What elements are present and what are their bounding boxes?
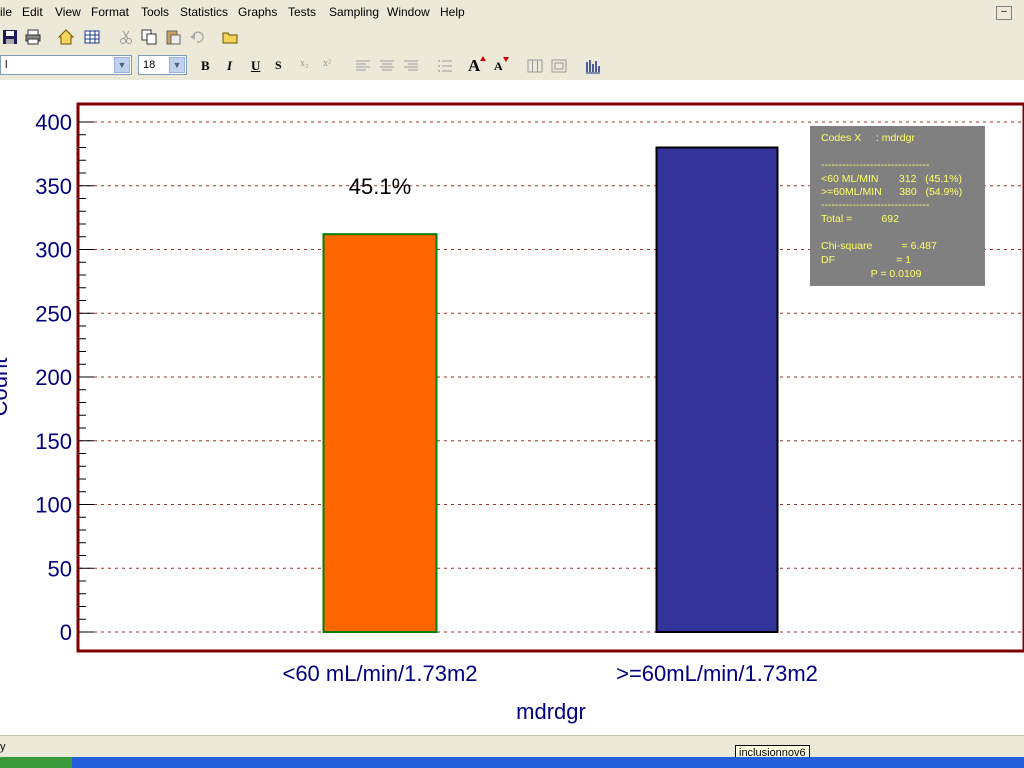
menu-tests[interactable]: Tests bbox=[288, 5, 316, 19]
y-tick-label: 150 bbox=[35, 429, 72, 454]
y-tick-label: 400 bbox=[35, 110, 72, 135]
print-icon[interactable] bbox=[24, 29, 42, 45]
stats-line: P = 0.0109 bbox=[821, 268, 922, 280]
status-bar: y bbox=[0, 735, 1024, 758]
stats-line: Codes X : mdrdgr bbox=[821, 132, 915, 144]
cut-icon[interactable] bbox=[117, 29, 135, 45]
subscript-button[interactable]: x₂ bbox=[300, 58, 309, 69]
taskbar bbox=[0, 757, 1024, 768]
align-left-icon[interactable] bbox=[354, 58, 372, 74]
stats-line: <60 ML/MIN 312 (45.1%) bbox=[821, 173, 962, 185]
table-icon[interactable] bbox=[83, 29, 101, 45]
formatting-toolbar: l ▼ 18 ▼ B I U S x₂ x² A A bbox=[0, 52, 1024, 81]
y-tick-label: 300 bbox=[35, 238, 72, 263]
stats-line: >=60ML/MIN 380 (54.9%) bbox=[821, 186, 963, 198]
font-size-select[interactable]: 18 ▼ bbox=[138, 55, 187, 75]
grow-font-button[interactable]: A bbox=[468, 56, 480, 76]
home-icon[interactable] bbox=[57, 29, 75, 45]
bar-data-label: 45.1% bbox=[349, 174, 411, 199]
bar-chart-icon[interactable] bbox=[584, 58, 602, 74]
bullet-list-icon[interactable] bbox=[436, 58, 454, 74]
font-name-select[interactable]: l ▼ bbox=[0, 55, 132, 75]
statistics-box: Codes X : mdrdgr ------------------------… bbox=[810, 126, 985, 286]
status-text: y bbox=[0, 741, 6, 753]
standard-toolbar bbox=[0, 24, 1024, 52]
bar bbox=[655, 146, 779, 633]
grid-icon[interactable] bbox=[550, 58, 568, 74]
align-center-icon[interactable] bbox=[378, 58, 396, 74]
save-icon[interactable] bbox=[1, 29, 19, 45]
y-tick-label: 50 bbox=[48, 556, 72, 581]
menu-view[interactable]: View bbox=[55, 5, 81, 19]
italic-button[interactable]: I bbox=[227, 58, 232, 74]
y-tick-label: 200 bbox=[35, 365, 72, 390]
align-right-icon[interactable] bbox=[402, 58, 420, 74]
y-tick-label: 0 bbox=[60, 620, 72, 645]
menu-bar: ile Edit View Format Tools Statistics Gr… bbox=[0, 0, 1024, 25]
chevron-down-icon[interactable]: ▼ bbox=[114, 57, 130, 73]
chevron-down-icon[interactable]: ▼ bbox=[169, 57, 185, 73]
menu-file[interactable]: ile bbox=[0, 5, 12, 19]
underline-button[interactable]: U bbox=[251, 58, 260, 74]
font-size-value: 18 bbox=[143, 59, 156, 71]
menu-graphs[interactable]: Graphs bbox=[238, 5, 277, 19]
down-arrow-icon bbox=[503, 57, 509, 62]
x-axis-title: mdrdgr bbox=[516, 699, 586, 724]
start-button[interactable] bbox=[0, 757, 72, 768]
undo-icon[interactable] bbox=[188, 29, 206, 45]
y-axis-title: Count bbox=[0, 358, 12, 417]
y-tick-label: 100 bbox=[35, 493, 72, 518]
bar bbox=[322, 233, 438, 633]
menu-statistics[interactable]: Statistics bbox=[180, 5, 228, 19]
stats-line: Total = 692 bbox=[821, 213, 899, 225]
y-tick-label: 250 bbox=[35, 301, 72, 326]
strike-button[interactable]: S bbox=[275, 58, 282, 73]
up-arrow-icon bbox=[480, 56, 486, 61]
x-category-label: >=60mL/min/1.73m2 bbox=[616, 661, 818, 686]
y-tick-label: 350 bbox=[35, 174, 72, 199]
paste-icon[interactable] bbox=[164, 29, 182, 45]
font-name-value: l bbox=[5, 59, 8, 71]
stats-line: ------------------------------- bbox=[821, 159, 930, 171]
bold-button[interactable]: B bbox=[201, 58, 210, 74]
menu-tools[interactable]: Tools bbox=[141, 5, 169, 19]
menu-window[interactable]: Window bbox=[387, 5, 430, 19]
menu-sampling[interactable]: Sampling bbox=[329, 5, 379, 19]
menu-format[interactable]: Format bbox=[91, 5, 129, 19]
columns-icon[interactable] bbox=[526, 58, 544, 74]
copy-icon[interactable] bbox=[140, 29, 158, 45]
stats-line: ------------------------------- bbox=[821, 199, 930, 211]
minimize-button[interactable]: – bbox=[996, 6, 1012, 20]
menu-help[interactable]: Help bbox=[440, 5, 465, 19]
stats-line: Chi-square = 6.487 bbox=[821, 240, 937, 252]
x-category-label: <60 mL/min/1.73m2 bbox=[282, 661, 477, 686]
open-folder-icon[interactable] bbox=[221, 29, 239, 45]
menu-edit[interactable]: Edit bbox=[22, 5, 43, 19]
superscript-button[interactable]: x² bbox=[323, 58, 331, 69]
stats-line: DF = 1 bbox=[821, 254, 912, 266]
shrink-font-button[interactable]: A bbox=[494, 59, 503, 74]
